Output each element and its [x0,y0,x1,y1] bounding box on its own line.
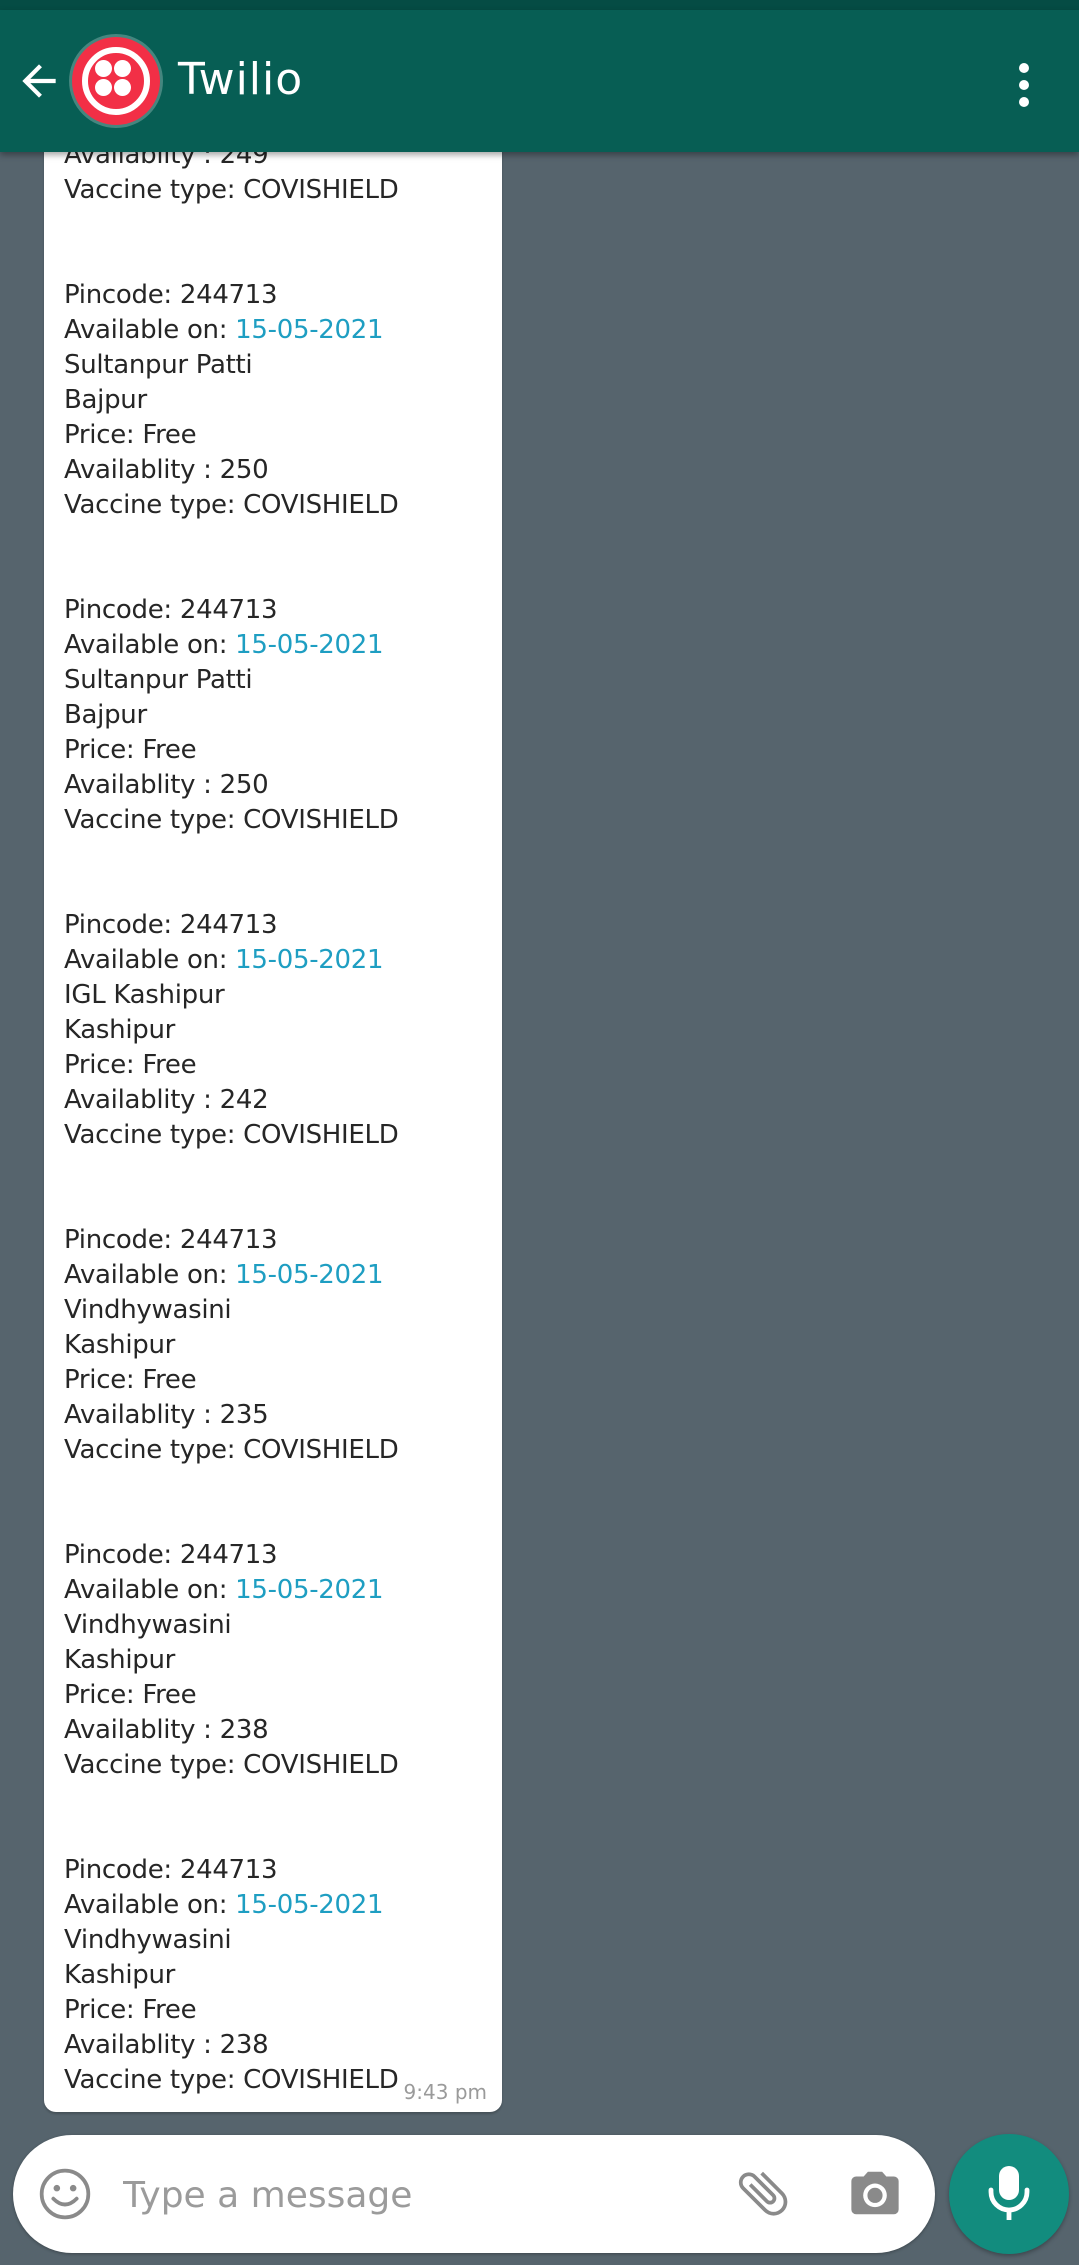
paperclip-icon[interactable] [733,2163,793,2223]
available-on-label: Available on: [64,1890,236,1920]
center-name-text: Sultanpur Patti [64,350,253,380]
available-on-line: Available on: 15-05-2021 [64,628,484,663]
pincode-text: Pincode: 244713 [64,1225,278,1255]
center-name-text: Sultanpur Patti [64,665,253,695]
vaccine-type-text: Vaccine type: COVISHIELD [64,490,399,520]
vaccine-slot-entry: Pincode: 244713 Available on: 15-05-2021 S… [64,278,484,523]
pincode-text: Pincode: 244713 [64,1540,278,1570]
block-name-text: Kashipur [64,1330,176,1360]
available-on-line: Available on: 15-05-2021 [64,1888,484,1923]
vaccine-slot-entry: Pincode: 244713 Available on: 15-05-2021 V… [64,1223,484,1468]
back-arrow-icon[interactable] [14,56,64,106]
twilio-logo-icon [82,47,150,115]
message-bubble[interactable]: Availablity : 249 Vaccine type: COVISHIE… [44,20,502,2112]
availability-text: Availablity : 238 [64,2030,269,2060]
avatar[interactable] [72,37,160,125]
price-text: Price: Free [64,1680,197,1710]
camera-icon[interactable] [846,2167,904,2219]
available-on-label: Available on: [64,1575,236,1605]
app-bar: Twilio [0,10,1079,152]
emoji-icon[interactable] [37,2166,93,2222]
price-text: Price: Free [64,1995,197,2025]
price-text: Price: Free [64,735,197,765]
available-on-line: Available on: 15-05-2021 [64,1258,484,1293]
more-options-icon[interactable] [1010,58,1038,118]
message-timestamp: 9:43 pm [403,2080,487,2104]
vaccine-type-text: Vaccine type: COVISHIELD [64,1435,399,1465]
date-link[interactable]: 15-05-2021 [235,315,383,345]
available-on-line: Available on: 15-05-2021 [64,313,484,348]
available-on-line: Available on: 15-05-2021 [64,1573,484,1608]
availability-text: Availablity : 238 [64,1715,269,1745]
date-link[interactable]: 15-05-2021 [235,945,383,975]
pincode-text: Pincode: 244713 [64,595,278,625]
vaccine-slot-entry: Pincode: 244713 Available on: 15-05-2021 S… [64,593,484,838]
mic-button[interactable] [949,2134,1069,2254]
available-on-label: Available on: [64,315,236,345]
date-link[interactable]: 15-05-2021 [235,630,383,660]
vaccine-type-text: Vaccine type: COVISHIELD [64,805,399,835]
availability-text: Availablity : 250 [64,770,269,800]
available-on-label: Available on: [64,630,236,660]
vaccine-type-text: Vaccine type: COVISHIELD [64,1120,399,1150]
message-input[interactable] [121,2159,725,2231]
pincode-text: Pincode: 244713 [64,910,278,940]
block-name-text: Kashipur [64,1960,176,1990]
vaccine-type-text: Vaccine type: COVISHIELD [64,1750,399,1780]
center-name-text: Vindhywasini [64,1610,232,1640]
center-name-text: Vindhywasini [64,1295,232,1325]
pincode-text: Pincode: 244713 [64,1855,278,1885]
microphone-icon [988,2166,1030,2220]
block-name-text: Bajpur [64,385,147,415]
availability-text: Availablity : 242 [64,1085,269,1115]
vaccine-slot-entry: Pincode: 244713 Available on: 15-05-2021 I… [64,908,484,1153]
center-name-text: Vindhywasini [64,1925,232,1955]
center-name-text: IGL Kashipur [64,980,225,1010]
available-on-line: Available on: 15-05-2021 [64,943,484,978]
pincode-text: Pincode: 244713 [64,280,278,310]
price-text: Price: Free [64,1050,197,1080]
availability-text: Availablity : 235 [64,1400,269,1430]
vaccine-slot-entry: Pincode: 244713 Available on: 15-05-2021 V… [64,1538,484,1783]
available-on-label: Available on: [64,1260,236,1290]
block-name-text: Kashipur [64,1015,176,1045]
message-composer [13,2135,935,2253]
vaccine-slot-entry: Pincode: 244713 Available on: 15-05-2021 V… [64,1853,484,2098]
price-text: Price: Free [64,420,197,450]
date-link[interactable]: 15-05-2021 [235,1890,383,1920]
vaccine-type-text: Vaccine type: COVISHIELD [64,175,399,205]
price-text: Price: Free [64,1365,197,1395]
availability-text: Availablity : 250 [64,455,269,485]
message-text: Availablity : 249 Vaccine type: COVISHIE… [64,138,484,2098]
block-name-text: Kashipur [64,1645,176,1675]
date-link[interactable]: 15-05-2021 [235,1260,383,1290]
contact-name[interactable]: Twilio [178,54,303,105]
date-link[interactable]: 15-05-2021 [235,1575,383,1605]
status-bar [0,0,1079,10]
block-name-text: Bajpur [64,700,147,730]
available-on-label: Available on: [64,945,236,975]
